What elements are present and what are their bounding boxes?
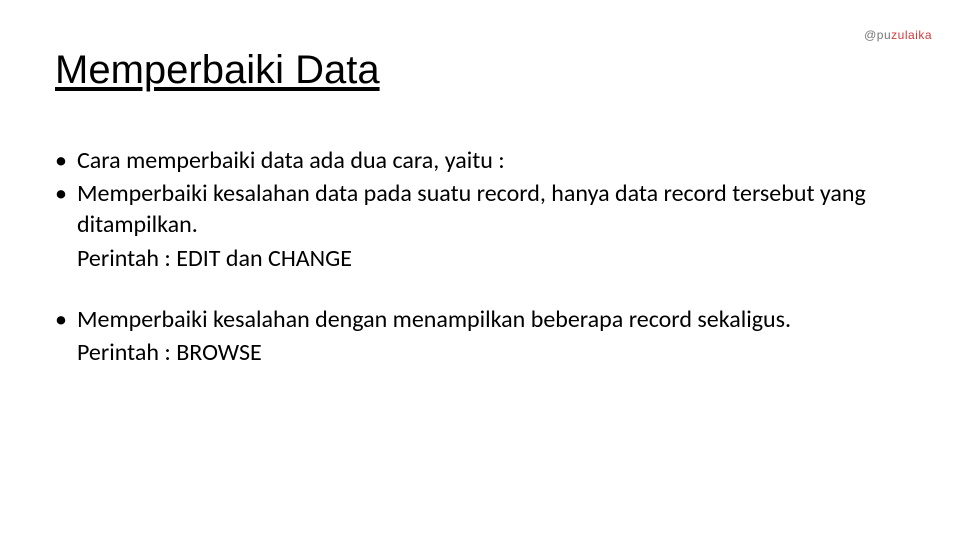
slide-body: Cara memperbaiki data ada dua cara, yait… xyxy=(55,145,905,370)
bullet-continuation: Perintah : EDIT dan CHANGE xyxy=(55,243,905,274)
bullet-item: Cara memperbaiki data ada dua cara, yait… xyxy=(55,145,905,176)
slide: @puzulaika Memperbaiki Data Cara memperb… xyxy=(0,0,960,540)
watermark: @puzulaika xyxy=(864,28,932,42)
bullet-item: Memperbaiki kesalahan dengan menampilkan… xyxy=(55,304,905,335)
bullet-item: Memperbaiki kesalahan data pada suatu re… xyxy=(55,178,905,240)
slide-title: Memperbaiki Data xyxy=(55,48,380,93)
bullet-continuation: Perintah : BROWSE xyxy=(55,337,905,368)
watermark-name: zulaika xyxy=(891,28,932,42)
watermark-prefix: @pu xyxy=(864,28,891,42)
